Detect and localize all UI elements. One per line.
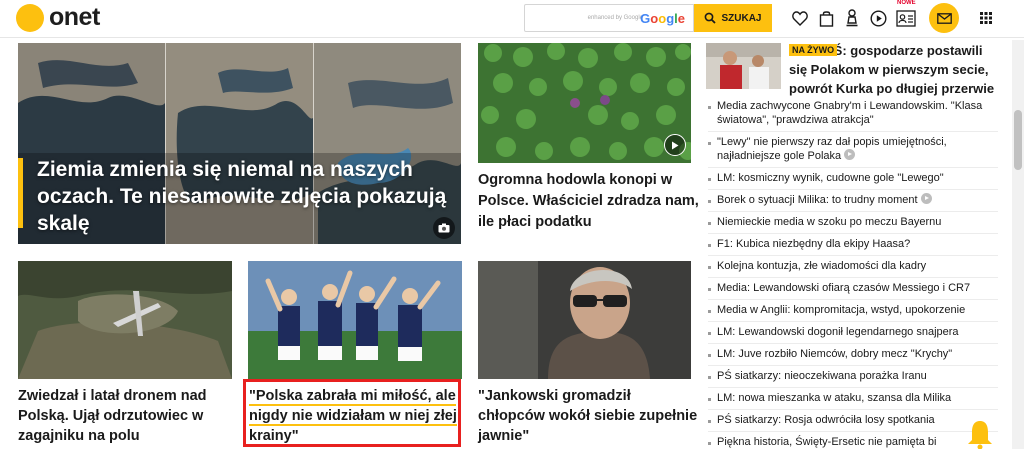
news-item[interactable]: F1: Kubica niezbędny dla ekipy Haasa? xyxy=(708,234,998,256)
chess-icon[interactable] xyxy=(842,8,862,28)
news-item-label: Media w Anglii: kompromitacja, wstyd, up… xyxy=(717,304,966,316)
news-item-label: Borek o sytuacji Milika: to trudny momen… xyxy=(717,194,918,206)
heart-icon[interactable] xyxy=(790,8,810,28)
search-brand-note: enhanced by Google xyxy=(587,15,643,21)
news-item[interactable]: Media: Lewandowski ofiarą czasów Messieg… xyxy=(708,278,998,300)
play-icon[interactable] xyxy=(664,134,686,156)
news-item[interactable]: Borek o sytuacji Milika: to trudny momen… xyxy=(708,190,998,212)
news-item[interactable]: LM: nowa mieszanka w ataku, szansa dla M… xyxy=(708,388,998,410)
news-item[interactable]: Media zachwycone Gnabry'm i Lewandowskim… xyxy=(708,96,998,132)
mail-icon xyxy=(936,12,952,24)
search-box[interactable]: enhanced by Google Google xyxy=(524,4,694,32)
news-item[interactable]: "Lewy" nie pierwszy raz dał popis umieję… xyxy=(708,132,998,168)
jankowski-headline[interactable]: "Jankowski gromadził chłopców wokół sieb… xyxy=(478,386,700,446)
onet-logo[interactable]: onet xyxy=(16,3,100,32)
news-item[interactable]: LM: Juve rozbiło Niemców, dobry mecz "Kr… xyxy=(708,344,998,366)
highlight-box xyxy=(243,379,461,447)
logo-text: onet xyxy=(49,3,100,31)
nowe-badge: NOWE xyxy=(897,0,916,6)
mail-button[interactable] xyxy=(929,3,959,33)
news-item-label: Niemieckie media w szoku po meczu Bayern… xyxy=(717,216,942,228)
id-card-icon[interactable] xyxy=(896,8,916,28)
hemp-headline[interactable]: Ogromna hodowla konopi w Polsce. Właścic… xyxy=(478,170,700,233)
search-button[interactable]: SZUKAJ xyxy=(694,4,772,32)
search-icon xyxy=(705,12,717,24)
news-item-label: F1: Kubica niezbędny dla ekipy Haasa? xyxy=(717,238,911,250)
news-item-label: LM: nowa mieszanka w ataku, szansa dla M… xyxy=(717,392,952,404)
live-badge: NA ŻYWO xyxy=(789,44,838,56)
news-item[interactable]: LM: kosmiczny wynik, cudowne gole "Leweg… xyxy=(708,168,998,190)
news-item-label: Media zachwycone Gnabry'm i Lewandowskim… xyxy=(717,100,983,126)
news-item-label: PŚ siatkarzy: Rosja odwróciła losy spotk… xyxy=(717,414,935,426)
video-play-icon xyxy=(920,193,932,204)
search-button-label: SZUKAJ xyxy=(721,12,762,24)
news-item[interactable]: Piękna historia, Święty-Ersetic nie pami… xyxy=(708,432,998,449)
news-item-label: LM: Juve rozbiło Niemców, dobry mecz "Kr… xyxy=(717,348,953,360)
news-item-label: Kolejna kontuzja, złe wiadomości dla kad… xyxy=(717,260,927,272)
scrollbar-thumb[interactable] xyxy=(1014,110,1022,170)
news-item[interactable]: LM: Lewandowski dogonił legendarnego sna… xyxy=(708,322,998,344)
camera-icon xyxy=(433,217,455,239)
hero-headline[interactable]: Ziemia zmienia się niemal na naszych ocz… xyxy=(37,156,447,237)
hemp-image[interactable] xyxy=(478,43,691,163)
bag-icon[interactable] xyxy=(816,8,836,28)
drone-headline[interactable]: Zwiedzał i latał dronem nad Polską. Ujął… xyxy=(18,386,240,446)
news-item[interactable]: Kolejna kontuzja, złe wiadomości dla kad… xyxy=(708,256,998,278)
news-item-label: Piękna historia, Święty-Ersetic nie pami… xyxy=(717,436,937,448)
drone-image[interactable] xyxy=(18,261,232,379)
bell-icon[interactable] xyxy=(966,418,994,449)
news-item-label: "Lewy" nie pierwszy raz dał popis umieję… xyxy=(717,136,947,162)
news-list: Media zachwycone Gnabry'm i Lewandowskim… xyxy=(708,96,998,449)
news-item-label: LM: kosmiczny wynik, cudowne gole "Leweg… xyxy=(717,172,944,184)
google-label: Google xyxy=(640,11,685,26)
play-circle-icon[interactable] xyxy=(868,8,888,28)
apps-grid-icon[interactable] xyxy=(976,8,996,28)
news-item[interactable]: Media w Anglii: kompromitacja, wstyd, up… xyxy=(708,300,998,322)
news-item[interactable]: PŚ siatkarzy: Rosja odwróciła losy spotk… xyxy=(708,410,998,432)
news-item-label: PŚ siatkarzy: nieoczekiwana porażka Iran… xyxy=(717,370,927,382)
news-item[interactable]: Niemieckie media w szoku po meczu Bayern… xyxy=(708,212,998,234)
football-image[interactable] xyxy=(248,261,462,379)
page-scrollbar[interactable] xyxy=(1012,40,1024,449)
news-item-label: LM: Lewandowski dogonił legendarnego sna… xyxy=(717,326,959,338)
news-item-label: Media: Lewandowski ofiarą czasów Messieg… xyxy=(717,282,971,294)
video-play-icon xyxy=(844,149,856,160)
logo-dot-icon xyxy=(16,3,44,32)
hero-accent-bar xyxy=(18,158,23,228)
top-bar: onet enhanced by Google Google SZUKAJ NO… xyxy=(0,0,1024,38)
news-item[interactable]: PŚ siatkarzy: nieoczekiwana porażka Iran… xyxy=(708,366,998,388)
jankowski-image[interactable] xyxy=(478,261,691,379)
live-thumbnail[interactable] xyxy=(706,43,781,89)
